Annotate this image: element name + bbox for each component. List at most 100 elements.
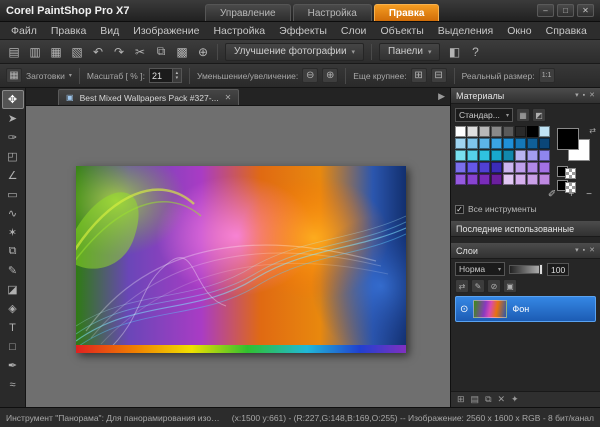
color-swatch[interactable] [539, 150, 550, 161]
menu-item[interactable]: Окно [500, 24, 538, 38]
menu-item[interactable]: Вид [93, 24, 126, 38]
maximize-button[interactable]: □ [557, 4, 574, 17]
color-swatch[interactable] [491, 150, 502, 161]
color-swatch[interactable] [527, 138, 538, 149]
new-file-icon[interactable]: ▤ [4, 43, 24, 61]
menu-item[interactable]: Настройка [206, 24, 272, 38]
rainbow-view-icon[interactable]: ◩ [532, 108, 546, 122]
magic-wand-tool[interactable]: ✶ [2, 223, 24, 242]
color-swatch[interactable] [539, 126, 550, 137]
all-tools-checkbox[interactable]: ✓ [455, 204, 464, 214]
workspace-tab-edit[interactable]: Правка [373, 4, 440, 21]
swap-colors-icon[interactable]: ⇄ [589, 126, 596, 135]
copy-icon[interactable]: ⧉ [151, 43, 171, 61]
color-swatch[interactable] [479, 138, 490, 149]
color-swatch[interactable] [527, 126, 538, 137]
pan-tool[interactable]: ✥ [1, 90, 24, 109]
color-swatch[interactable] [515, 174, 526, 185]
layer-row[interactable]: ⊙ Фон [455, 296, 596, 322]
foreground-color-swatch[interactable] [557, 128, 579, 150]
layer-visibility-icon[interactable]: ⊙ [460, 304, 468, 315]
remove-swatch-icon[interactable]: − [586, 189, 592, 200]
clone-brush-tool[interactable]: ⧉ [2, 242, 24, 261]
new-group-icon[interactable]: ▤ [471, 394, 480, 405]
color-swatch[interactable] [479, 174, 490, 185]
spinner-arrows[interactable]: ▴ ▾ [172, 68, 182, 83]
workspace-tab-manage[interactable]: Управление [205, 4, 291, 21]
presets-icon[interactable]: ▦ [6, 68, 22, 83]
color-swatch[interactable] [479, 126, 490, 137]
color-swatch[interactable] [467, 174, 478, 185]
canvas[interactable] [26, 106, 450, 407]
foreground-material[interactable] [557, 166, 583, 179]
crop-tool[interactable]: ◰ [2, 147, 24, 166]
color-swatch[interactable] [467, 126, 478, 137]
color-swatch[interactable] [515, 126, 526, 137]
color-swatch[interactable] [491, 138, 502, 149]
color-swatch[interactable] [527, 174, 538, 185]
swatch-set-dropdown[interactable]: Стандар... ▾ [455, 108, 513, 122]
color-swatch[interactable] [515, 138, 526, 149]
tab-scroll-right-icon[interactable]: ▶ [438, 91, 450, 105]
materials-panel-menu-icon[interactable]: ▾ [575, 91, 579, 100]
cut-icon[interactable]: ✂ [130, 43, 150, 61]
color-swatch[interactable] [503, 138, 514, 149]
color-swatch[interactable] [515, 150, 526, 161]
color-swatch[interactable] [491, 162, 502, 173]
menu-item[interactable]: Правка [44, 24, 93, 38]
link-layers-icon[interactable]: ⇄ [455, 279, 469, 293]
minimize-button[interactable]: – [537, 4, 554, 17]
document-tab[interactable]: ▣ Best Mixed Wallpapers Pack #327-... ✕ [58, 89, 240, 105]
palettes-button[interactable]: Панели ▾ [379, 42, 441, 61]
color-swatch[interactable] [479, 162, 490, 173]
chevron-down-icon[interactable]: ▾ [69, 72, 72, 79]
color-swatch[interactable] [503, 150, 514, 161]
menu-item[interactable]: Выделения [431, 24, 500, 38]
preset-shape-tool[interactable]: □ [2, 337, 24, 356]
menu-item[interactable]: Слои [334, 24, 374, 38]
layers-panel-pin-icon[interactable]: ▪ [583, 246, 585, 255]
eyedropper-icon[interactable]: ✐ [548, 189, 556, 200]
layer-styles-icon[interactable]: ✦ [511, 394, 519, 405]
color-swatch[interactable] [455, 162, 466, 173]
color-swatch[interactable] [539, 138, 550, 149]
background-material[interactable] [557, 180, 583, 193]
help-icon[interactable]: ? [465, 43, 485, 61]
undo-icon[interactable]: ↶ [88, 43, 108, 61]
menu-item[interactable]: Изображение [126, 24, 206, 38]
layers-panel-close-icon[interactable]: ✕ [589, 246, 595, 255]
color-swatch[interactable] [455, 126, 466, 137]
color-swatch[interactable] [455, 174, 466, 185]
print-icon[interactable]: ▧ [67, 43, 87, 61]
color-swatch[interactable] [515, 162, 526, 173]
redo-icon[interactable]: ↷ [109, 43, 129, 61]
new-layer-icon[interactable]: ⊞ [457, 394, 465, 405]
pick-tool[interactable]: ➤ [2, 109, 24, 128]
opacity-value[interactable]: 100 [547, 262, 570, 276]
menu-item[interactable]: Файл [4, 24, 44, 38]
color-swatch[interactable] [479, 150, 490, 161]
color-swatch[interactable] [527, 162, 538, 173]
photo-fix-button[interactable]: Улучшение фотографии ▾ [225, 42, 365, 61]
save-icon[interactable]: ▦ [46, 43, 66, 61]
zoom-input[interactable] [148, 68, 173, 83]
color-swatch[interactable] [467, 150, 478, 161]
zoom-out-icon[interactable]: ⊖ [302, 68, 319, 83]
menu-item[interactable]: Объекты [373, 24, 430, 38]
color-swatch[interactable] [467, 138, 478, 149]
workspace-tab-adjust[interactable]: Настройка [292, 4, 372, 21]
color-swatch[interactable] [455, 150, 466, 161]
pen-tool[interactable]: ✒ [2, 356, 24, 375]
eraser-tool[interactable]: ◪ [2, 280, 24, 299]
dropper-tool[interactable]: ✑ [2, 128, 24, 147]
edit-selection-icon[interactable]: ✎ [471, 279, 485, 293]
actual-size-icon[interactable]: 1:1 [538, 68, 555, 83]
color-swatch[interactable] [503, 174, 514, 185]
screen-mode-icon[interactable]: ◧ [444, 43, 464, 61]
blend-mode-dropdown[interactable]: Норма ▾ [455, 262, 505, 276]
paste-icon[interactable]: ▩ [172, 43, 192, 61]
selection-tool[interactable]: ▭ [2, 185, 24, 204]
warp-brush-tool[interactable]: ≈ [2, 375, 24, 394]
delete-layer-icon[interactable]: ✕ [498, 394, 506, 405]
close-icon[interactable]: ✕ [225, 93, 232, 102]
